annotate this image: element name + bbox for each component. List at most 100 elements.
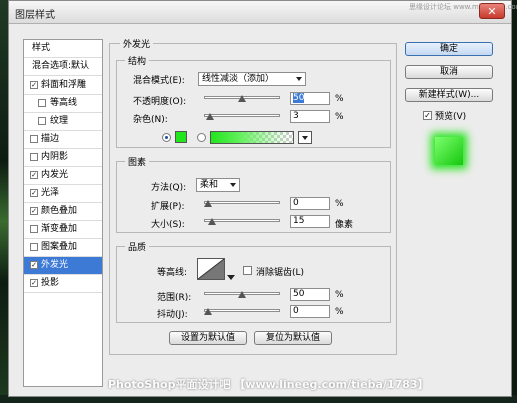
glow-color-swatch[interactable]: [175, 131, 187, 143]
styles-header-label: 样式: [32, 43, 51, 53]
stroke-label: 描边: [41, 134, 60, 144]
inner-glow-checkbox[interactable]: ✓: [30, 171, 38, 179]
elements-title: 图素: [125, 155, 150, 168]
blend-options-item[interactable]: 混合选项:默认: [24, 58, 102, 76]
spread-input[interactable]: 0: [290, 197, 330, 210]
gradient-radio[interactable]: [197, 133, 206, 142]
satin-checkbox[interactable]: ✓: [30, 189, 38, 197]
color-overlay-label: 颜色叠加: [41, 206, 78, 216]
preview-checkbox[interactable]: ✓: [423, 111, 432, 120]
jitter-slider-thumb[interactable]: [204, 308, 212, 315]
preview-label: 预览(V): [435, 112, 467, 122]
spread-unit: %: [335, 199, 344, 209]
gradient-dropdown[interactable]: [298, 131, 312, 144]
opacity-input[interactable]: 50: [290, 92, 330, 105]
style-item-inner-shadow[interactable]: 内阴影: [24, 149, 102, 167]
style-item-contour[interactable]: 等高线: [24, 95, 102, 113]
contour-checkbox[interactable]: [38, 99, 46, 107]
contour-label-quality: 等高线:: [157, 268, 188, 278]
outer-glow-label: 外发光: [41, 260, 69, 270]
spread-slider-thumb[interactable]: [204, 200, 212, 207]
blend-mode-label: 混合模式(E):: [133, 76, 185, 86]
pattern-overlay-label: 图案叠加: [41, 242, 78, 252]
spread-slider[interactable]: [204, 198, 280, 208]
size-input[interactable]: 15: [290, 215, 330, 228]
quality-title: 品质: [125, 240, 150, 253]
method-select[interactable]: 柔和: [196, 178, 240, 192]
range-label: 范围(R):: [157, 293, 192, 303]
jitter-input[interactable]: 0: [290, 305, 330, 318]
make-default-button[interactable]: 设置为默认值: [169, 331, 247, 345]
style-item-color-overlay[interactable]: ✓ 颜色叠加: [24, 203, 102, 221]
inner-glow-label: 内发光: [41, 170, 69, 180]
range-value: 50: [293, 289, 305, 299]
solid-color-radio[interactable]: [162, 133, 171, 142]
contour-picker[interactable]: [197, 258, 225, 280]
chevron-down-icon: [230, 183, 236, 187]
style-item-stroke[interactable]: 描边: [24, 131, 102, 149]
style-item-gradient-overlay[interactable]: 渐变叠加: [24, 221, 102, 239]
inner-shadow-checkbox[interactable]: [30, 153, 38, 161]
styles-list: 样式 混合选项:默认 ✓ 斜面和浮雕 等高线 纹理 描边 内阴影 ✓ 内发光 ✓ 光泽…: [23, 39, 103, 387]
spread-slider-track: [204, 201, 280, 204]
cancel-button[interactable]: 取消: [405, 65, 493, 79]
color-overlay-checkbox[interactable]: ✓: [30, 207, 38, 215]
style-preview: [427, 129, 471, 173]
spread-label: 扩展(P):: [151, 202, 185, 212]
structure-group: 结构 混合模式(E): 线性减淡（添加） 不透明度(O): 50 % 杂色(N)…: [116, 54, 391, 148]
elements-group: 图素 方法(Q): 柔和 扩展(P): 0 % 大小(S): 15 像素: [116, 155, 391, 233]
jitter-value: 0: [293, 306, 299, 316]
style-item-satin[interactable]: ✓ 光泽: [24, 185, 102, 203]
noise-slider-thumb[interactable]: [206, 113, 215, 120]
range-unit: %: [335, 290, 344, 300]
noise-slider-track: [204, 114, 280, 117]
drop-shadow-label: 投影: [41, 278, 60, 288]
opacity-value: 50: [293, 93, 305, 103]
style-item-outer-glow[interactable]: ✓ 外发光: [24, 257, 102, 275]
range-slider[interactable]: [204, 289, 280, 299]
pattern-overlay-checkbox[interactable]: [30, 243, 38, 251]
size-unit: 像素: [335, 220, 354, 230]
quality-group: 品质 等高线: 消除锯齿(L) 范围(R): 50 % 抖动(J): 0 %: [116, 240, 391, 323]
chevron-down-icon: [302, 136, 308, 140]
size-slider[interactable]: [204, 216, 280, 226]
window-title: 图层样式: [15, 10, 55, 21]
noise-input[interactable]: 3: [290, 110, 330, 123]
close-button[interactable]: ✕: [479, 3, 505, 19]
size-slider-thumb[interactable]: [208, 218, 217, 225]
new-style-button[interactable]: 新建样式(W)...: [405, 88, 493, 102]
style-item-inner-glow[interactable]: ✓ 内发光: [24, 167, 102, 185]
satin-label: 光泽: [41, 188, 60, 198]
drop-shadow-checkbox[interactable]: ✓: [30, 279, 38, 287]
range-slider-thumb[interactable]: [238, 291, 246, 298]
ok-button[interactable]: 确定: [405, 42, 493, 56]
spread-value: 0: [293, 198, 299, 208]
style-item-drop-shadow[interactable]: ✓ 投影: [24, 275, 102, 293]
style-item-pattern-overlay[interactable]: 图案叠加: [24, 239, 102, 257]
opacity-slider[interactable]: [204, 93, 280, 103]
method-value: 柔和: [200, 180, 219, 190]
outer-glow-checkbox[interactable]: ✓: [30, 261, 38, 269]
bevel-emboss-checkbox[interactable]: ✓: [30, 81, 38, 89]
glow-gradient-picker[interactable]: [210, 131, 294, 144]
jitter-slider[interactable]: [204, 306, 280, 316]
texture-checkbox[interactable]: [38, 117, 46, 125]
style-item-texture[interactable]: 纹理: [24, 113, 102, 131]
noise-label: 杂色(N):: [133, 115, 168, 125]
contour-dropdown-icon[interactable]: [227, 273, 235, 281]
inner-shadow-label: 内阴影: [41, 152, 69, 162]
style-item-bevel-emboss[interactable]: ✓ 斜面和浮雕: [24, 77, 102, 95]
outer-glow-title: 外发光: [120, 37, 154, 50]
blend-mode-select[interactable]: 线性减淡（添加）: [198, 72, 306, 86]
title-bar[interactable]: 图层样式 思缘设计论坛 www.missvuan.com ✕: [9, 1, 517, 24]
reset-default-button[interactable]: 复位为默认值: [254, 331, 332, 345]
structure-title: 结构: [125, 54, 150, 67]
styles-header[interactable]: 样式: [24, 40, 102, 58]
gradient-overlay-checkbox[interactable]: [30, 225, 38, 233]
range-input[interactable]: 50: [290, 288, 330, 301]
stroke-checkbox[interactable]: [30, 135, 38, 143]
forum-watermark: PhotoShop平面设计吧 【www.lineeg.com/tieba/178…: [108, 378, 429, 391]
noise-slider[interactable]: [204, 111, 280, 121]
opacity-slider-thumb[interactable]: [238, 95, 246, 102]
anti-alias-checkbox[interactable]: [243, 266, 252, 275]
